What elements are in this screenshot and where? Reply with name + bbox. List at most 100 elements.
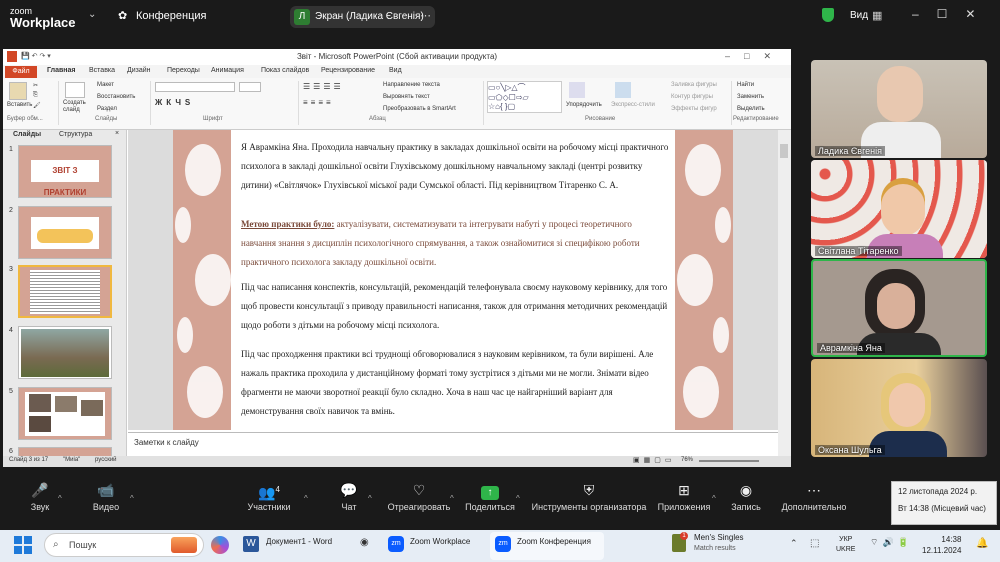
language-indicator[interactable]: УКР UKRE xyxy=(836,535,855,555)
quick-access-toolbar[interactable]: 💾 ↶ ↷ ▾ xyxy=(21,52,51,60)
tab-insert[interactable]: Вставка xyxy=(89,67,115,74)
find-button[interactable]: Найти xyxy=(737,82,754,88)
encryption-shield-icon[interactable] xyxy=(822,8,834,22)
grid-view-icon[interactable]: ▦ xyxy=(872,9,882,22)
participant-tile-3-active-speaker[interactable]: Аврамкіна Яна xyxy=(811,259,987,357)
current-slide[interactable]: Я Аврамкіна Яна. Проходила навчальну пра… xyxy=(173,130,733,430)
participants-options-chevron-icon[interactable]: ^ xyxy=(304,494,308,503)
participants-button[interactable]: 👥4 Участники xyxy=(240,478,298,512)
video-button[interactable]: 📹 Видео xyxy=(84,478,128,512)
more-options-icon[interactable]: ⋯ xyxy=(420,9,431,22)
zoom-meeting-icon[interactable]: zm xyxy=(495,536,511,552)
cut-button[interactable]: ✂ xyxy=(33,82,38,89)
zoom-level[interactable]: 76% xyxy=(681,457,693,463)
app-dots-icon[interactable]: ◉ xyxy=(360,537,369,548)
taskbar-app-zoom-workplace[interactable]: Zoom Workplace xyxy=(410,537,470,546)
apps-button[interactable]: ⊞ Приложения xyxy=(655,478,713,512)
slide-thumbnail-4[interactable] xyxy=(18,326,112,379)
arrange-button[interactable]: Упорядочить xyxy=(566,102,602,108)
meeting-title[interactable]: Конференция xyxy=(136,10,206,22)
notifications-bell-icon[interactable]: 🔔 xyxy=(976,538,988,549)
screen-share-pill[interactable]: Л Экран (Ладика Євгенія) ⋯ xyxy=(290,6,435,28)
paste-button[interactable]: Вставить xyxy=(7,102,32,108)
tab-outline[interactable]: Структура xyxy=(59,131,92,138)
align-buttons[interactable]: ≡≡≡≡ xyxy=(303,98,334,107)
zoom-logo[interactable]: zoom Workplace xyxy=(10,6,76,30)
more-button[interactable]: ⋯ Дополнительно xyxy=(778,478,850,512)
arrange-icon[interactable] xyxy=(569,82,585,98)
taskbar-app-zoom-meeting[interactable]: Zoom Конференция xyxy=(517,537,591,546)
chevron-down-icon[interactable]: ⌄ xyxy=(88,9,96,20)
view-button[interactable]: Вид xyxy=(850,10,868,21)
paragraph-consultations[interactable]: Під час написання конспектів, консультац… xyxy=(241,278,669,335)
slide-thumbnail-2[interactable] xyxy=(18,206,112,259)
layout-button[interactable]: Макет xyxy=(97,82,114,88)
tab-design[interactable]: Дизайн xyxy=(127,67,151,74)
record-button[interactable]: ◉ Запись xyxy=(728,478,764,512)
window-controls[interactable]: –☐✕ xyxy=(912,7,994,21)
news-title[interactable]: Men's Singles xyxy=(694,533,744,542)
font-format-buttons[interactable]: ЖКЧS xyxy=(155,98,194,107)
tab-animation[interactable]: Анимация xyxy=(211,67,244,74)
replace-button[interactable]: Заменить xyxy=(737,94,764,100)
share-options-chevron-icon[interactable]: ^ xyxy=(516,494,520,503)
paragraph-goal[interactable]: Метою практики було: актуалізувати, сист… xyxy=(241,215,669,272)
participant-tile-4[interactable]: Оксана Шульга xyxy=(811,359,987,457)
slide-thumbnail-5[interactable] xyxy=(18,387,112,440)
audio-button[interactable]: 🎤 Звук xyxy=(20,478,60,512)
zoom-icon[interactable]: zm xyxy=(388,536,404,552)
slide-thumbnail-3-selected[interactable] xyxy=(18,265,112,318)
new-slide-button[interactable]: Создать слайд xyxy=(63,100,93,114)
word-icon[interactable]: W xyxy=(243,536,259,552)
section-button[interactable]: Раздел xyxy=(97,106,117,112)
tab-review[interactable]: Рецензирование xyxy=(321,67,375,74)
shape-fill-button[interactable]: Заливка фигуры xyxy=(671,82,717,88)
taskbar-app-word[interactable]: Документ1 - Word xyxy=(266,537,332,546)
status-language[interactable]: русский xyxy=(95,457,117,463)
smartart-button[interactable]: Преобразовать в SmartArt xyxy=(383,106,456,112)
notes-pane[interactable]: Заметки к слайду xyxy=(128,432,778,456)
paragraph-difficulties[interactable]: Під час проходження практики всі труднощ… xyxy=(241,345,669,421)
chat-button[interactable]: 💬 Чат xyxy=(332,478,366,512)
chat-options-chevron-icon[interactable]: ^ xyxy=(368,494,372,503)
font-family-select[interactable] xyxy=(155,82,235,92)
taskbar-clock[interactable]: 14:38 12.11.2024 xyxy=(922,534,961,556)
quick-styles-button[interactable]: Экспресс-стили xyxy=(611,102,655,108)
video-options-chevron-icon[interactable]: ^ xyxy=(130,494,134,503)
tray-chevron-icon[interactable]: ⌃ xyxy=(790,538,798,549)
host-tools-button[interactable]: ⛨ Инструменты организатора xyxy=(530,478,648,512)
tab-home[interactable]: Главная xyxy=(47,67,75,74)
zoom-slider[interactable] xyxy=(699,460,759,462)
paste-icon[interactable] xyxy=(9,82,27,100)
tab-file[interactable]: Файл xyxy=(5,66,37,78)
meeting-info-icon[interactable]: ✿ xyxy=(118,9,127,22)
taskbar-search[interactable]: ⌕ Пошук xyxy=(44,533,204,557)
apps-options-chevron-icon[interactable]: ^ xyxy=(712,494,716,503)
audio-options-chevron-icon[interactable]: ^ xyxy=(58,494,62,503)
tray-icons[interactable]: ⌔🔊🔋 xyxy=(870,537,913,548)
list-buttons[interactable]: ☰☰☰☰ xyxy=(303,82,344,91)
tab-transitions[interactable]: Переходы xyxy=(167,67,200,74)
paragraph-intro[interactable]: Я Аврамкіна Яна. Проходила навчальну пра… xyxy=(241,138,669,195)
shape-effects-button[interactable]: Эффекты фигур xyxy=(671,106,717,112)
view-buttons[interactable]: ▣▦▢▭ xyxy=(633,456,675,464)
tab-slides[interactable]: Слайды xyxy=(13,131,41,138)
react-button[interactable]: ♡ Отреагировать xyxy=(384,478,454,512)
react-options-chevron-icon[interactable]: ^ xyxy=(450,494,454,503)
ppt-window-controls[interactable]: –□✕ xyxy=(725,51,785,62)
copy-button[interactable]: ⎘ xyxy=(33,92,38,99)
tray-network-icon[interactable]: ⬚ xyxy=(810,538,819,549)
windows-start-icon[interactable] xyxy=(14,536,32,554)
participant-tile-2[interactable]: Світлана Тітаренко xyxy=(811,160,987,258)
format-painter-button[interactable]: 🖌 xyxy=(33,102,41,109)
select-button[interactable]: Выделить xyxy=(737,106,765,112)
reset-button[interactable]: Восстановить xyxy=(97,94,135,100)
copilot-icon[interactable] xyxy=(211,536,229,554)
vertical-scrollbar[interactable] xyxy=(778,130,791,456)
participant-tile-1[interactable]: Ладика Євгенія xyxy=(811,60,987,158)
font-size-select[interactable] xyxy=(239,82,261,92)
close-pane-icon[interactable]: × xyxy=(115,130,119,137)
text-direction-button[interactable]: Направление текста xyxy=(383,82,440,88)
tab-slideshow[interactable]: Показ слайдов xyxy=(261,67,309,74)
share-button[interactable]: ↑ Поделиться xyxy=(462,478,518,512)
